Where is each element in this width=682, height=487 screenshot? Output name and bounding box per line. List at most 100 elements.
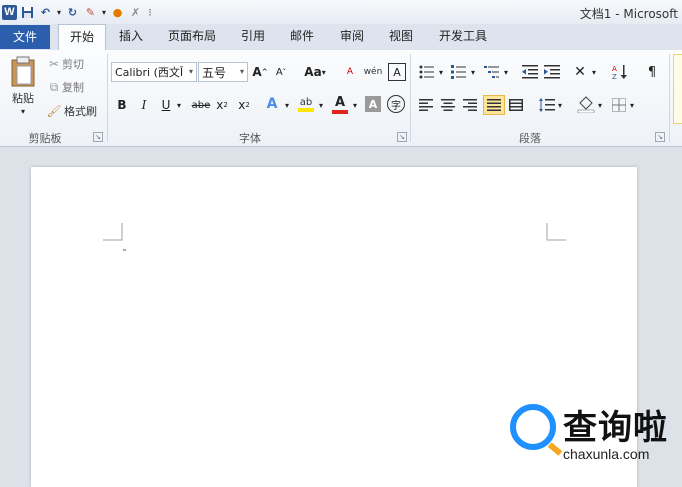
watermark-text: 查询啦 — [563, 408, 668, 448]
bullets-icon[interactable] — [417, 62, 437, 82]
shrink-font-icon[interactable]: A ˅ — [272, 62, 290, 82]
paste-button[interactable]: 粘贴 — [6, 90, 40, 106]
tab-file[interactable]: 文件 — [0, 25, 50, 49]
superscript-button[interactable]: x2 — [236, 96, 252, 114]
dropdown-icon[interactable]: ▾ — [56, 5, 62, 20]
chevron-down-icon[interactable]: ▾ — [351, 96, 359, 114]
multilevel-list-icon[interactable] — [482, 62, 502, 82]
strikethrough-button[interactable]: abe — [190, 96, 212, 114]
sort-icon[interactable]: AZ — [610, 62, 630, 82]
tab-review[interactable]: 审阅 — [333, 24, 371, 49]
watermark-url: chaxunla.com — [563, 446, 650, 462]
color-icon[interactable]: ● — [110, 5, 125, 20]
grow-font-icon[interactable]: A ^ — [251, 62, 269, 82]
clipboard-group-label: 剪贴板 — [28, 132, 62, 145]
spelling-icon[interactable]: ✗ — [128, 5, 143, 20]
window-title: 文档1 - Microsoft — [579, 7, 678, 21]
copy-button[interactable]: 复制 — [62, 79, 92, 95]
align-left-icon[interactable] — [417, 96, 435, 114]
numbering-icon[interactable] — [449, 62, 469, 82]
format-painter-icon[interactable]: 🖌 — [46, 103, 62, 119]
svg-text:Z: Z — [612, 73, 617, 80]
distributed-icon[interactable] — [507, 96, 525, 114]
font-size-value: 五号 — [202, 65, 227, 80]
underline-dropdown-icon[interactable]: ▾ — [174, 96, 184, 114]
chinese-layout-icon[interactable]: ✕ — [570, 62, 590, 82]
chevron-down-icon[interactable]: ▾ — [502, 62, 510, 82]
clear-format-icon[interactable]: A — [340, 62, 360, 82]
ribbon: 粘贴 ▾ ✂ 剪切 ⧉ 复制 🖌 格式刷 剪贴板 ↘ Calibri (西文Ī … — [0, 50, 682, 147]
group-divider — [410, 54, 411, 142]
chevron-down-icon[interactable]: ▾ — [590, 62, 598, 82]
copy-icon[interactable]: ⧉ — [46, 79, 62, 95]
chevron-down-icon[interactable]: ▾ — [469, 62, 477, 82]
margin-corner-top-right — [546, 223, 566, 241]
save-icon[interactable] — [20, 5, 35, 20]
paste-dropdown-icon[interactable]: ▾ — [18, 106, 28, 116]
highlight-icon[interactable]: ab — [296, 94, 316, 114]
title-bar: W ↶ ▾ ↻ ✎ ▾ ● ✗ ⁝ 文档1 - Microsoft — [0, 0, 682, 24]
change-case-button[interactable]: Aa ▾ — [300, 62, 330, 82]
text-effects-icon[interactable]: A — [262, 94, 282, 114]
character-shading-icon[interactable]: A — [365, 96, 381, 112]
character-border-icon[interactable]: A — [388, 63, 406, 81]
font-name-select[interactable]: Calibri (西文Ī ▾ — [111, 62, 197, 82]
watermark-logo: 查询啦 chaxunla.com — [505, 398, 670, 470]
clipboard-launcher-icon[interactable]: ↘ — [93, 132, 103, 142]
tab-references[interactable]: 引用 — [234, 24, 272, 49]
cut-button[interactable]: 剪切 — [62, 56, 92, 72]
margin-corner-top-left — [103, 223, 123, 241]
align-center-icon[interactable] — [439, 96, 457, 114]
font-launcher-icon[interactable]: ↘ — [397, 132, 407, 142]
paragraph-group-label: 段落 — [519, 132, 541, 145]
quick-access-toolbar: W ↶ ▾ ↻ ✎ ▾ ● ✗ ⁝ — [2, 2, 154, 22]
tab-home[interactable]: 开始 — [58, 24, 106, 51]
dropdown-icon[interactable]: ▾ — [101, 5, 107, 20]
word-logo-icon[interactable]: W — [2, 4, 17, 20]
group-divider — [669, 54, 670, 142]
paragraph-mark — [123, 249, 126, 251]
svg-text:A: A — [612, 65, 617, 73]
paragraph-launcher-icon[interactable]: ↘ — [655, 132, 665, 142]
bold-button[interactable]: B — [114, 96, 130, 114]
chevron-down-icon: ▾ — [239, 67, 244, 76]
tab-insert[interactable]: 插入 — [112, 24, 150, 49]
decrease-indent-icon[interactable] — [520, 62, 540, 82]
redo-icon[interactable]: ↻ — [65, 5, 80, 20]
line-spacing-icon[interactable] — [538, 96, 556, 114]
styles-gallery[interactable] — [673, 54, 682, 124]
chevron-down-icon[interactable]: ▾ — [628, 96, 636, 114]
undo-icon[interactable]: ↶ — [38, 5, 53, 20]
underline-button[interactable]: U — [158, 96, 174, 114]
font-size-select[interactable]: 五号 ▾ — [198, 62, 248, 82]
format-painter-quick-icon[interactable]: ✎ — [83, 5, 98, 20]
search-icon — [510, 404, 563, 456]
align-right-icon[interactable] — [461, 96, 479, 114]
tab-mailings[interactable]: 邮件 — [283, 24, 321, 49]
cut-icon[interactable]: ✂ — [46, 56, 62, 72]
chevron-down-icon[interactable]: ▾ — [437, 62, 445, 82]
tab-developer[interactable]: 开发工具 — [432, 24, 494, 49]
chevron-down-icon[interactable]: ▾ — [283, 96, 291, 114]
font-color-icon[interactable]: A — [330, 94, 350, 114]
paste-icon[interactable] — [6, 54, 40, 90]
customize-icon[interactable]: ⁝ — [146, 5, 154, 20]
format-painter-button[interactable]: 格式刷 — [64, 103, 104, 119]
chevron-down-icon[interactable]: ▾ — [556, 96, 564, 114]
enclose-characters-icon[interactable]: 字 — [387, 95, 405, 113]
show-marks-icon[interactable]: ¶ — [642, 62, 662, 82]
tab-page-layout[interactable]: 页面布局 — [162, 24, 222, 49]
chevron-down-icon[interactable]: ▾ — [596, 96, 604, 114]
increase-indent-icon[interactable] — [542, 62, 562, 82]
font-name-value: Calibri (西文Ī — [115, 66, 184, 79]
shading-icon[interactable] — [576, 94, 596, 114]
chevron-down-icon[interactable]: ▾ — [317, 96, 325, 114]
italic-button[interactable]: I — [136, 96, 152, 114]
font-group-label: 字体 — [239, 132, 261, 145]
subscript-button[interactable]: x2 — [214, 96, 230, 114]
borders-icon[interactable] — [610, 96, 628, 114]
tab-view[interactable]: 视图 — [382, 24, 420, 49]
phonetic-guide-icon[interactable]: wén — [362, 62, 384, 82]
ribbon-tabs: 文件 开始 插入 页面布局 引用 邮件 审阅 视图 开发工具 — [0, 24, 682, 51]
justify-icon[interactable] — [483, 95, 505, 115]
